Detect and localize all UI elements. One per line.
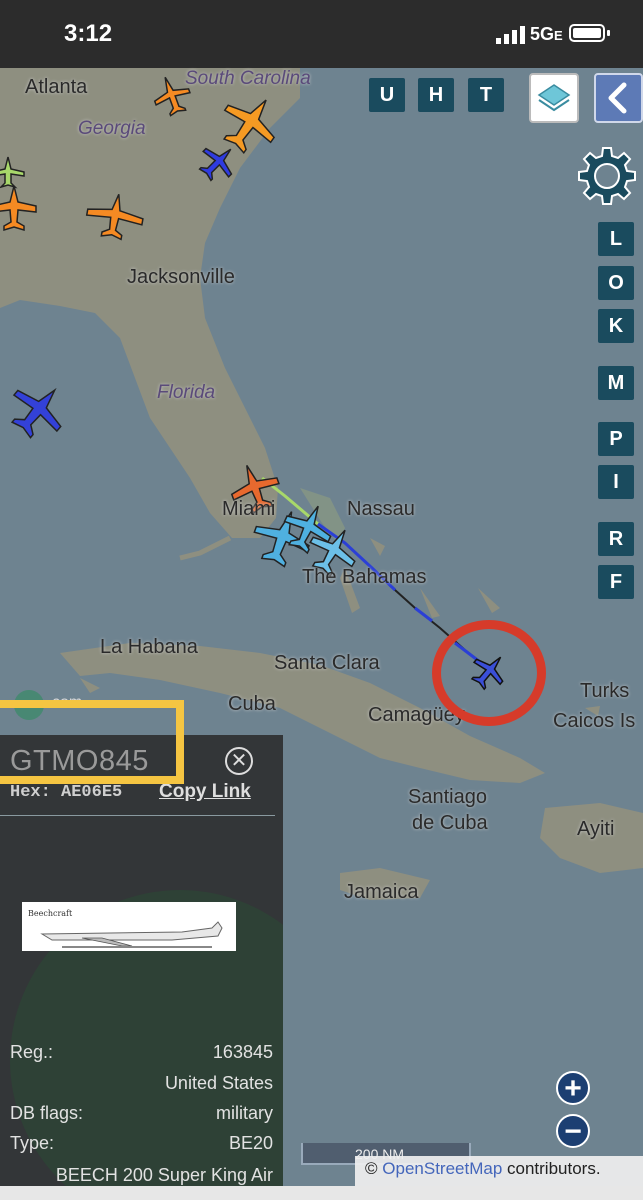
back-button[interactable] [594,73,643,123]
battery-icon [569,24,605,42]
copy-link-button[interactable]: Copy Link [159,781,251,803]
label-ayiti: Ayiti [577,818,615,840]
side-m-button[interactable]: M [598,366,634,400]
label-jamaica: Jamaica [344,881,419,903]
side-k-button[interactable]: K [598,309,634,343]
toggle-u-button[interactable]: U [369,78,405,112]
openstreetmap-link[interactable]: OpenStreetMap [382,1159,502,1178]
label-jacksonville: Jacksonville [127,266,235,288]
side-r-button[interactable]: R [598,522,634,556]
label-la-habana: La Habana [100,636,198,658]
bottom-strip [0,1186,643,1200]
aircraft-info-panel: GTMO845 ✕ Hex: AE06E5 Copy Link Beechcra… [0,735,283,1186]
close-panel-button[interactable]: ✕ [225,747,253,775]
settings-gear-icon[interactable] [574,143,640,209]
aircraft-hex: Hex: AE06E5 [10,783,123,802]
side-f-button[interactable]: F [598,565,634,599]
label-bahamas: The Bahamas [302,566,427,588]
aircraft-photo[interactable]: Beechcraft [22,902,236,951]
battery-cap [607,30,610,36]
layers-button[interactable] [529,73,579,123]
label-de-cuba: de Cuba [412,812,488,834]
label-santa-clara: Santa Clara [274,652,380,674]
side-p-button[interactable]: P [598,422,634,456]
label-cuba: Cuba [228,693,276,715]
toggle-t-button[interactable]: T [468,78,504,112]
panel-divider [0,815,275,816]
zoom-in-button[interactable]: + [556,1071,590,1105]
label-miami: Miami [222,498,276,520]
close-icon: ✕ [230,750,248,772]
label-georgia: Georgia [78,118,146,139]
status-bar: 3:12 5GE [0,0,643,68]
chevron-left-icon [608,82,627,114]
zoom-out-button[interactable]: − [556,1114,590,1148]
clock: 3:12 [64,20,113,47]
label-atlanta: Atlanta [25,76,88,98]
callsign-highlight-box [0,700,184,784]
label-turks: Turks [580,680,630,702]
network-type: 5GE [530,24,563,44]
side-i-button[interactable]: I [598,465,634,499]
selected-aircraft-ring [432,620,546,726]
map-attribution: © OpenStreetMap contributors. [355,1156,643,1186]
label-nassau: Nassau [347,498,415,520]
label-caicos: Caicos Is [553,710,636,732]
layers-icon [537,84,571,112]
toggle-h-button[interactable]: H [418,78,454,112]
side-o-button[interactable]: O [598,266,634,300]
aircraft-photo-image: Beechcraft [22,902,236,951]
label-florida: Florida [157,382,216,403]
side-l-button[interactable]: L [598,222,634,256]
photo-caption: Beechcraft [28,909,73,918]
label-south-carolina: South Carolina [185,68,311,89]
cellular-signal-icon [496,26,525,44]
label-santiago: Santiago [408,786,487,808]
